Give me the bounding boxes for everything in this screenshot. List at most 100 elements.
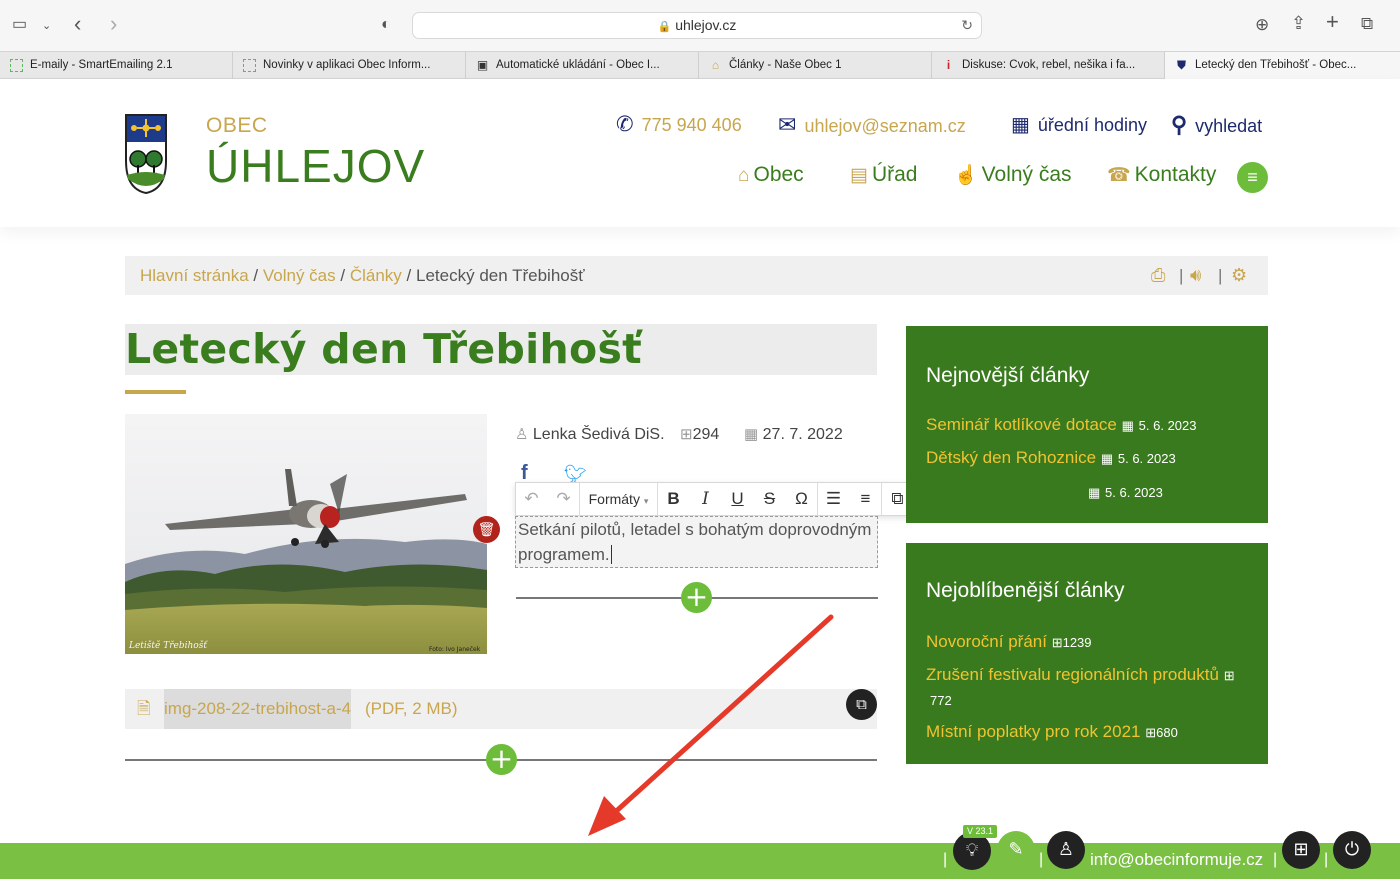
menu-hamburger-icon[interactable]: ≡: [1237, 162, 1268, 193]
attachment-row[interactable]: 🗎︎ img-208-22-trebihost-a-4 (PDF, 2 MB): [125, 689, 877, 729]
calendar-icon: ▦: [1100, 451, 1114, 466]
tab-label: Novinky v aplikaci Obec Inform...: [263, 59, 431, 71]
sidebar-article-link[interactable]: Novoroční přání ⊞1239: [926, 631, 1092, 654]
article-date: 5. 6. 2023: [1105, 485, 1163, 500]
tab-overview-icon[interactable]: ⧉: [1361, 14, 1373, 34]
email-link[interactable]: ✉ uhlejov@seznam.cz: [778, 114, 966, 137]
search-text: vyhledat: [1195, 116, 1263, 136]
strikethrough-icon[interactable]: S: [754, 483, 786, 515]
body-text: programem.: [518, 545, 610, 564]
sidebar-article-link[interactable]: Seminář kotlíkové dotace ▦ 5. 6. 2023: [926, 414, 1196, 437]
phone-text: 775 940 406: [641, 115, 742, 135]
add-block-button[interactable]: +: [486, 744, 517, 775]
brand-name[interactable]: ÚHLEJOV: [206, 140, 425, 192]
sidebar-article-link[interactable]: Dětský den Rohoznice ▦ 5. 6. 2023: [926, 447, 1176, 470]
article-link-text: Zrušení festivalu regionálních produktů: [926, 665, 1219, 684]
user-email[interactable]: info@obecinformuje.cz: [1090, 849, 1263, 871]
article-photo[interactable]: Letiště Třebihošť Foto: Ivo Janeček: [125, 414, 487, 654]
article-link-text: Seminář kotlíkové dotace: [926, 415, 1117, 434]
power-icon[interactable]: ⏻: [1333, 831, 1371, 869]
breadcrumb-link-volny-cas[interactable]: Volný čas: [263, 266, 336, 285]
facebook-icon[interactable]: f: [521, 463, 528, 483]
undo-icon[interactable]: ↶: [516, 483, 548, 515]
views-icon: ⊞: [1145, 725, 1157, 740]
apps-grid-icon[interactable]: ⊞: [1282, 831, 1320, 869]
bullet-list-icon[interactable]: ☰: [818, 483, 850, 515]
twitter-icon[interactable]: 🐦︎: [564, 464, 587, 484]
special-char-icon[interactable]: Ω: [786, 483, 818, 515]
breadcrumb-link-home[interactable]: Hlavní stránka: [140, 266, 249, 285]
download-icon[interactable]: ⊕: [1255, 15, 1269, 35]
telephone-icon: ☎: [1107, 165, 1131, 186]
browser-tab[interactable]: Novinky v aplikaci Obec Inform...: [233, 52, 466, 79]
building-icon: ⌂: [711, 58, 720, 72]
reload-icon[interactable]: ↻: [961, 13, 973, 38]
nav-label: Volný čas: [981, 163, 1072, 186]
breadcrumb-separator: /: [406, 266, 412, 285]
user-icon[interactable]: ♙: [1047, 831, 1085, 869]
gear-icon[interactable]: ⚙: [1231, 256, 1247, 295]
nav-volny-cas[interactable]: ☝ Volný čas: [954, 163, 1072, 188]
article-body-editor[interactable]: Setkání pilotů, letadel s bohatým doprov…: [515, 516, 878, 568]
tab-label: Články - Naše Obec 1: [729, 59, 842, 71]
phone-icon: ✆: [616, 113, 634, 136]
speaker-icon[interactable]: 🔊︎: [1190, 256, 1201, 295]
monitor-icon: ▣: [476, 58, 489, 72]
browser-tab[interactable]: ▣ Automatické ukládání - Obec I...: [466, 52, 699, 79]
chevron-down-icon[interactable]: ⌄: [42, 16, 51, 36]
crest-icon: ⛊: [1176, 58, 1186, 72]
nav-kontakty[interactable]: ☎ Kontakty: [1107, 163, 1216, 188]
breadcrumb: Hlavní stránka / Volný čas / Články / Le…: [125, 256, 1268, 295]
search-link[interactable]: ⚲ vyhledat: [1171, 114, 1262, 137]
address-bar[interactable]: 🔒 uhlejov.cz ↻: [412, 12, 982, 39]
delete-image-button[interactable]: 🗑︎: [473, 516, 500, 543]
view-count: 772: [930, 693, 952, 708]
text-cursor: [610, 545, 612, 564]
office-hours-link[interactable]: ▦ úřední hodiny: [1011, 114, 1147, 136]
author-name: Lenka Šedivá DiS.: [532, 426, 665, 443]
browser-tab-active[interactable]: ⛊ Letecký den Třebihošť - Obec...: [1165, 52, 1400, 79]
browser-tab[interactable]: i Diskuse: Cvok, rebel, nešika i fa...: [932, 52, 1165, 79]
forward-icon[interactable]: ›: [110, 13, 117, 35]
sidebar-article-link[interactable]: Místní poplatky pro rok 2021 ⊞680: [926, 721, 1178, 744]
article-date: ▦ 27. 7. 2022: [744, 425, 843, 445]
share-icon[interactable]: ⇪: [1291, 13, 1306, 33]
phone-link[interactable]: ✆ 775 940 406: [616, 114, 742, 136]
divider: |: [943, 851, 948, 868]
sidebar-article-link[interactable]: ▦ 5. 6. 2023: [1088, 481, 1163, 504]
lock-icon: 🔒: [657, 21, 672, 33]
bold-icon[interactable]: B: [658, 483, 690, 515]
numbered-list-icon[interactable]: ≡: [850, 483, 882, 515]
page-title[interactable]: Letecký den Třebihošť: [125, 324, 642, 374]
browser-tab[interactable]: ⌂ Články - Naše Obec 1: [699, 52, 932, 79]
back-icon[interactable]: ‹: [74, 13, 81, 35]
article-views: ⊞294: [680, 425, 719, 445]
pencil-icon[interactable]: ✎: [997, 831, 1035, 869]
body-text-line: Setkání pilotů, letadel s bohatým doprov…: [518, 520, 872, 539]
thumbs-up-icon: ☝: [954, 165, 978, 186]
tab-label: Diskuse: Cvok, rebel, nešika i fa...: [962, 59, 1136, 71]
breadcrumb-link-clanky[interactable]: Články: [350, 266, 402, 285]
underline-icon[interactable]: U: [722, 483, 754, 515]
sidebar-toggle-icon[interactable]: ▭: [12, 15, 27, 35]
tab-bar: E-maily - SmartEmailing 2.1 Novinky v ap…: [0, 51, 1400, 79]
duplicate-block-button[interactable]: ⧉: [846, 689, 877, 720]
article-date: 5. 6. 2023: [1138, 418, 1197, 433]
nav-urad[interactable]: ▤ Úřad: [850, 163, 917, 188]
italic-icon[interactable]: I: [690, 483, 722, 515]
search-icon: ⚲: [1171, 112, 1188, 137]
attachment-link[interactable]: img-208-22-trebihost-a-4: [164, 689, 352, 729]
tab-label: Letecký den Třebihošť - Obec...: [1195, 59, 1357, 71]
browser-tab[interactable]: E-maily - SmartEmailing 2.1: [0, 52, 233, 79]
redo-icon[interactable]: ↷: [548, 483, 580, 515]
new-tab-icon[interactable]: +: [1326, 11, 1339, 33]
title-underline: [125, 390, 186, 394]
add-block-button[interactable]: +: [681, 582, 712, 613]
photo-caption-left: Letiště Třebihošť: [128, 640, 208, 651]
nav-obec[interactable]: ⌂ Obec: [738, 163, 804, 188]
shield-icon[interactable]: ◐: [381, 15, 391, 35]
formats-dropdown[interactable]: Formáty ▾: [580, 483, 658, 515]
print-icon[interactable]: ⎙: [1151, 256, 1165, 295]
sidebar-article-link[interactable]: Zrušení festivalu regionálních produktů …: [926, 664, 1235, 687]
municipal-crest-logo[interactable]: [124, 113, 168, 195]
